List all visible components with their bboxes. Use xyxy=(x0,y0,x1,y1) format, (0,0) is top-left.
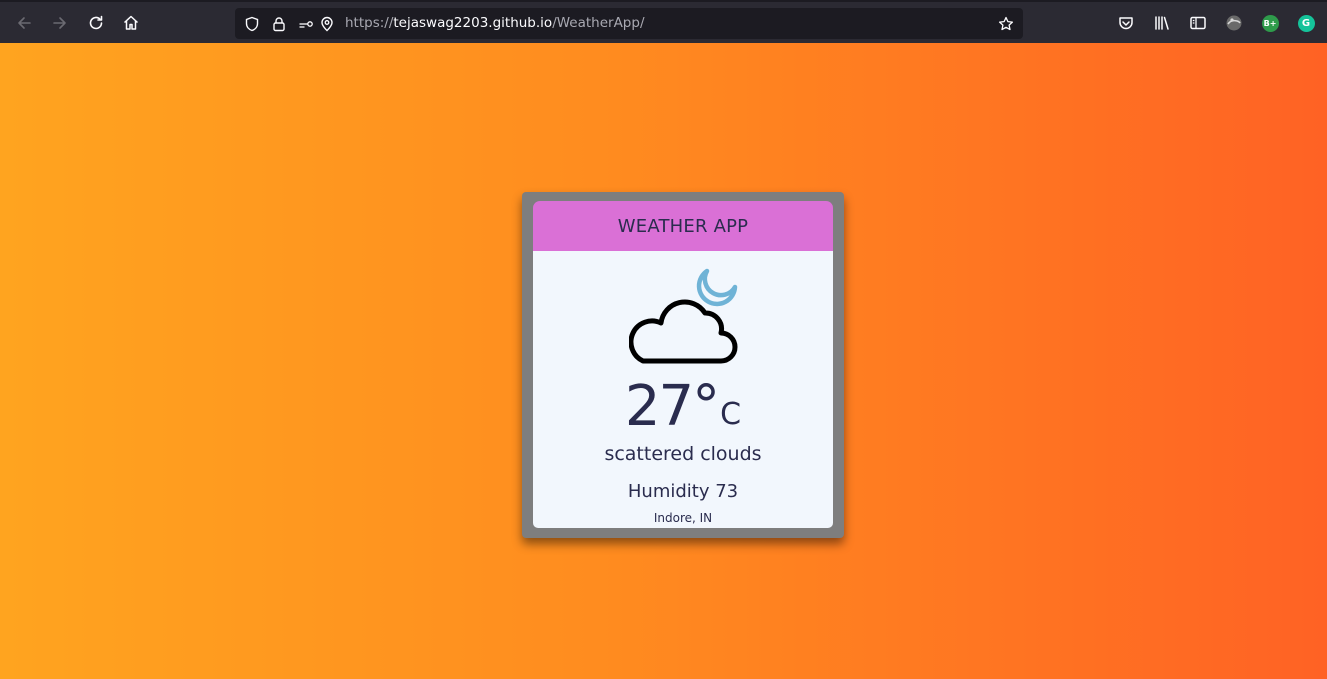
cloud-moon-icon xyxy=(629,268,738,364)
arrow-left-icon xyxy=(18,17,31,29)
browser-toolbar: https://tejaswag2203.github.io/WeatherAp… xyxy=(0,0,1327,43)
reload-button[interactable] xyxy=(82,9,110,37)
library-button[interactable] xyxy=(1148,9,1176,37)
library-icon xyxy=(1155,16,1169,30)
forward-button[interactable] xyxy=(46,9,74,37)
card-header: WEATHER APP xyxy=(533,201,833,251)
home-icon xyxy=(123,15,139,30)
temperature-value: 27° xyxy=(624,374,720,439)
reload-icon xyxy=(89,15,103,30)
account-avatar-icon xyxy=(1226,15,1242,31)
arrow-right-icon xyxy=(53,17,66,29)
permissions-key-icon[interactable] xyxy=(297,15,315,33)
account-button[interactable] xyxy=(1220,9,1248,37)
pocket-button[interactable] xyxy=(1112,9,1140,37)
back-button[interactable] xyxy=(10,9,38,37)
pocket-icon xyxy=(1119,17,1133,30)
home-button[interactable] xyxy=(117,9,145,37)
location-text: Indore, IN xyxy=(653,511,713,525)
bookmark-star-icon[interactable] xyxy=(997,15,1015,33)
sidebar-button[interactable] xyxy=(1184,9,1212,37)
temperature-unit: C xyxy=(720,397,742,432)
page-background: WEATHER APP 27°C scattered clouds Humidi… xyxy=(0,43,1327,679)
shield-icon[interactable] xyxy=(243,15,261,33)
lock-icon[interactable] xyxy=(270,15,288,33)
bplus-extension-button[interactable]: B+ xyxy=(1256,9,1284,37)
url-scheme: https:// xyxy=(345,15,394,31)
sidebar-icon xyxy=(1190,16,1206,30)
weather-description: scattered clouds xyxy=(604,443,762,465)
address-bar[interactable]: https://tejaswag2203.github.io/WeatherAp… xyxy=(235,8,1023,39)
bplus-extension-icon: B+ xyxy=(1261,14,1279,32)
card-body: 27°C scattered clouds Humidity 73 Indore… xyxy=(533,251,833,528)
grammarly-extension-icon: G xyxy=(1297,14,1315,32)
url-text[interactable]: https://tejaswag2203.github.io/WeatherAp… xyxy=(345,15,645,31)
temperature-display: 27°C xyxy=(533,376,833,438)
url-host: tejaswag2203.github.io xyxy=(393,15,553,31)
humidity-text: Humidity 73 xyxy=(627,481,739,502)
app-title: WEATHER APP xyxy=(617,215,749,237)
weather-card: WEATHER APP 27°C scattered clouds Humidi… xyxy=(522,192,844,538)
url-path: /WeatherApp/ xyxy=(552,15,645,31)
grammarly-extension-button[interactable]: G xyxy=(1292,9,1320,37)
location-pin-icon[interactable] xyxy=(318,15,336,33)
